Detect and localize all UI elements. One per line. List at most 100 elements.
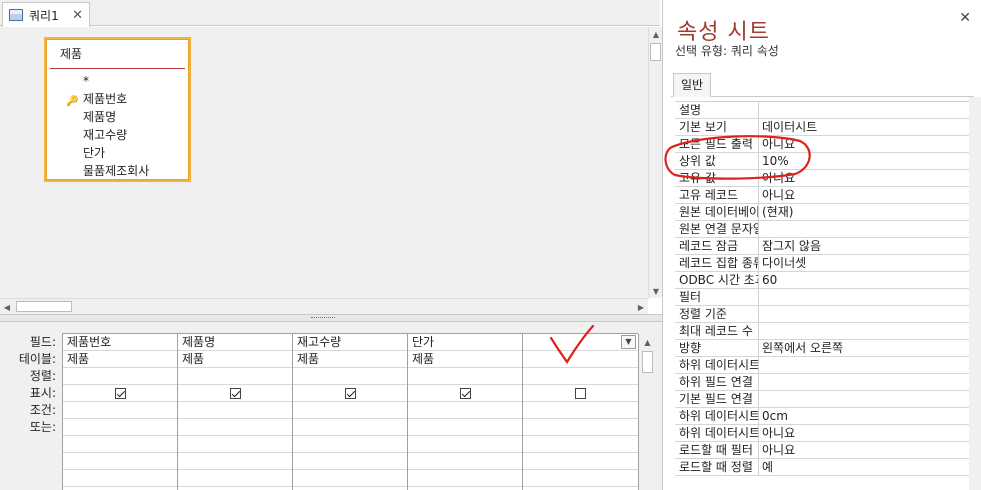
grid-table-cell[interactable] [523, 351, 638, 368]
grid-field-cell[interactable]: 제품번호 [63, 334, 177, 351]
grid-or-cell[interactable] [408, 419, 522, 436]
property-value[interactable]: 왼쪽에서 오른쪽 [759, 340, 970, 356]
field-list-item[interactable]: 🔑 제품번호 [46, 90, 189, 108]
design-vertical-scrollbar[interactable]: ▲ ▼ [648, 27, 662, 298]
property-value[interactable]: 60 [759, 272, 970, 288]
grid-table-cell[interactable]: 제품 [178, 351, 292, 368]
grid-table-cell[interactable]: 제품 [408, 351, 522, 368]
property-sheet-scrollbar[interactable] [969, 97, 981, 490]
scrollbar-thumb[interactable] [650, 43, 661, 61]
grid-or-cell[interactable] [293, 453, 407, 470]
show-checkbox[interactable] [575, 387, 586, 399]
grid-or-cell[interactable] [293, 470, 407, 487]
grid-or-cell[interactable] [523, 453, 638, 470]
grid-or-cell[interactable] [178, 453, 292, 470]
scrollbar-thumb[interactable] [642, 351, 653, 373]
property-value[interactable] [759, 374, 970, 390]
property-value[interactable]: 아니요 [759, 187, 970, 203]
scroll-down-arrow-icon[interactable]: ▼ [649, 284, 663, 298]
property-value[interactable]: 10% [759, 153, 970, 169]
grid-or-cell[interactable] [178, 470, 292, 487]
grid-criteria-cell[interactable] [178, 402, 292, 419]
grid-or-cell[interactable] [293, 419, 407, 436]
field-list-item[interactable]: 제품명 [46, 108, 189, 126]
field-list-items: * 🔑 제품번호 제품명 재고수량 단가 물품제조회사 [46, 69, 189, 180]
scroll-left-arrow-icon[interactable]: ◀ [0, 300, 14, 314]
pane-splitter[interactable] [0, 314, 662, 322]
scrollbar-thumb[interactable] [16, 301, 72, 312]
grid-table-cell[interactable]: 제품 [293, 351, 407, 368]
close-icon[interactable]: ✕ [959, 10, 971, 26]
grid-or-cell[interactable] [523, 470, 638, 487]
property-value[interactable]: 아니요 [759, 442, 970, 458]
grid-or-cell[interactable] [408, 453, 522, 470]
field-list-table[interactable]: 제품 * 🔑 제품번호 제품명 재고수량 단가 물품제조회사 [44, 37, 191, 182]
design-grid[interactable]: 제품번호 제품 제품명 제품 재고수량 제품 단가 제품 ▼ [62, 333, 639, 490]
property-value[interactable]: 0cm [759, 408, 970, 424]
grid-criteria-cell[interactable] [293, 402, 407, 419]
grid-or-cell[interactable] [63, 470, 177, 487]
property-value[interactable]: 예 [759, 459, 970, 475]
property-value[interactable]: 아니요 [759, 136, 970, 152]
show-checkbox[interactable] [114, 387, 126, 399]
grid-field-cell[interactable]: 재고수량 [293, 334, 407, 351]
grid-or-cell[interactable] [178, 419, 292, 436]
grid-or-cell[interactable] [293, 436, 407, 453]
property-row: 모든 필드 출력 아니요 [675, 136, 970, 153]
close-icon[interactable]: ✕ [72, 8, 83, 23]
show-checkbox[interactable] [344, 387, 356, 399]
design-horizontal-scrollbar[interactable]: ◀ ▶ [0, 298, 648, 314]
grid-show-cell [408, 385, 522, 402]
property-value[interactable] [759, 289, 970, 305]
grid-or-cell[interactable] [523, 436, 638, 453]
grid-or-cell[interactable] [178, 436, 292, 453]
grid-sort-cell[interactable] [293, 368, 407, 385]
grid-or-cell[interactable] [63, 419, 177, 436]
scroll-up-arrow-icon[interactable]: ▲ [649, 27, 663, 41]
grid-criteria-cell[interactable] [408, 402, 522, 419]
grid-table-cell[interactable]: 제품 [63, 351, 177, 368]
grid-sort-cell[interactable] [178, 368, 292, 385]
show-checkbox[interactable] [229, 387, 241, 399]
property-value[interactable] [759, 306, 970, 322]
property-value[interactable] [759, 391, 970, 407]
property-value[interactable] [759, 221, 970, 237]
grid-field-cell[interactable]: ▼ [523, 334, 638, 351]
tab-general[interactable]: 일반 [673, 73, 711, 97]
property-value[interactable] [759, 102, 970, 118]
grid-or-cell[interactable] [408, 436, 522, 453]
property-value[interactable]: (현재) [759, 204, 970, 220]
property-sheet: 속성 시트 ✕ 선택 유형: 쿼리 속성 일반 설명 기본 보기 데이터시트 모든 필… [662, 0, 981, 490]
grid-field-cell[interactable]: 제품명 [178, 334, 292, 351]
tab-query1[interactable]: 쿼리1 ✕ [2, 2, 90, 27]
field-list-item[interactable]: 재고수량 [46, 126, 189, 144]
grid-or-cell[interactable] [408, 470, 522, 487]
chevron-down-icon[interactable]: ▼ [621, 335, 636, 349]
scroll-up-arrow-icon[interactable]: ▲ [640, 335, 655, 349]
property-value[interactable]: 다이너셋 [759, 255, 970, 271]
property-value[interactable]: 데이터시트 [759, 119, 970, 135]
property-value[interactable] [759, 357, 970, 373]
grid-vertical-scrollbar[interactable]: ▲ [640, 333, 655, 490]
property-value[interactable]: 아니요 [759, 170, 970, 186]
property-value[interactable]: 아니요 [759, 425, 970, 441]
grid-or-cell[interactable] [523, 419, 638, 436]
grid-criteria-cell[interactable] [63, 402, 177, 419]
field-list-item[interactable]: 단가 [46, 144, 189, 162]
grid-criteria-cell[interactable] [523, 402, 638, 419]
field-list-item[interactable]: * [46, 72, 189, 90]
splitter-grip[interactable] [311, 317, 335, 319]
grid-sort-cell[interactable] [523, 368, 638, 385]
grid-or-cell[interactable] [63, 453, 177, 470]
grid-or-cell[interactable] [63, 436, 177, 453]
scroll-right-arrow-icon[interactable]: ▶ [634, 300, 648, 314]
property-value[interactable] [759, 323, 970, 339]
grid-sort-cell[interactable] [63, 368, 177, 385]
grid-sort-cell[interactable] [408, 368, 522, 385]
grid-field-cell[interactable]: 단가 [408, 334, 522, 351]
show-checkbox[interactable] [459, 387, 471, 399]
property-grid: 설명 기본 보기 데이터시트 모든 필드 출력 아니요 상위 값 10% 고유 값 아니요 고유 … [675, 101, 970, 476]
field-list-item[interactable]: 물품제조회사 [46, 162, 189, 180]
property-value[interactable]: 잠그지 않음 [759, 238, 970, 254]
field-list-title[interactable]: 제품 [50, 39, 185, 69]
